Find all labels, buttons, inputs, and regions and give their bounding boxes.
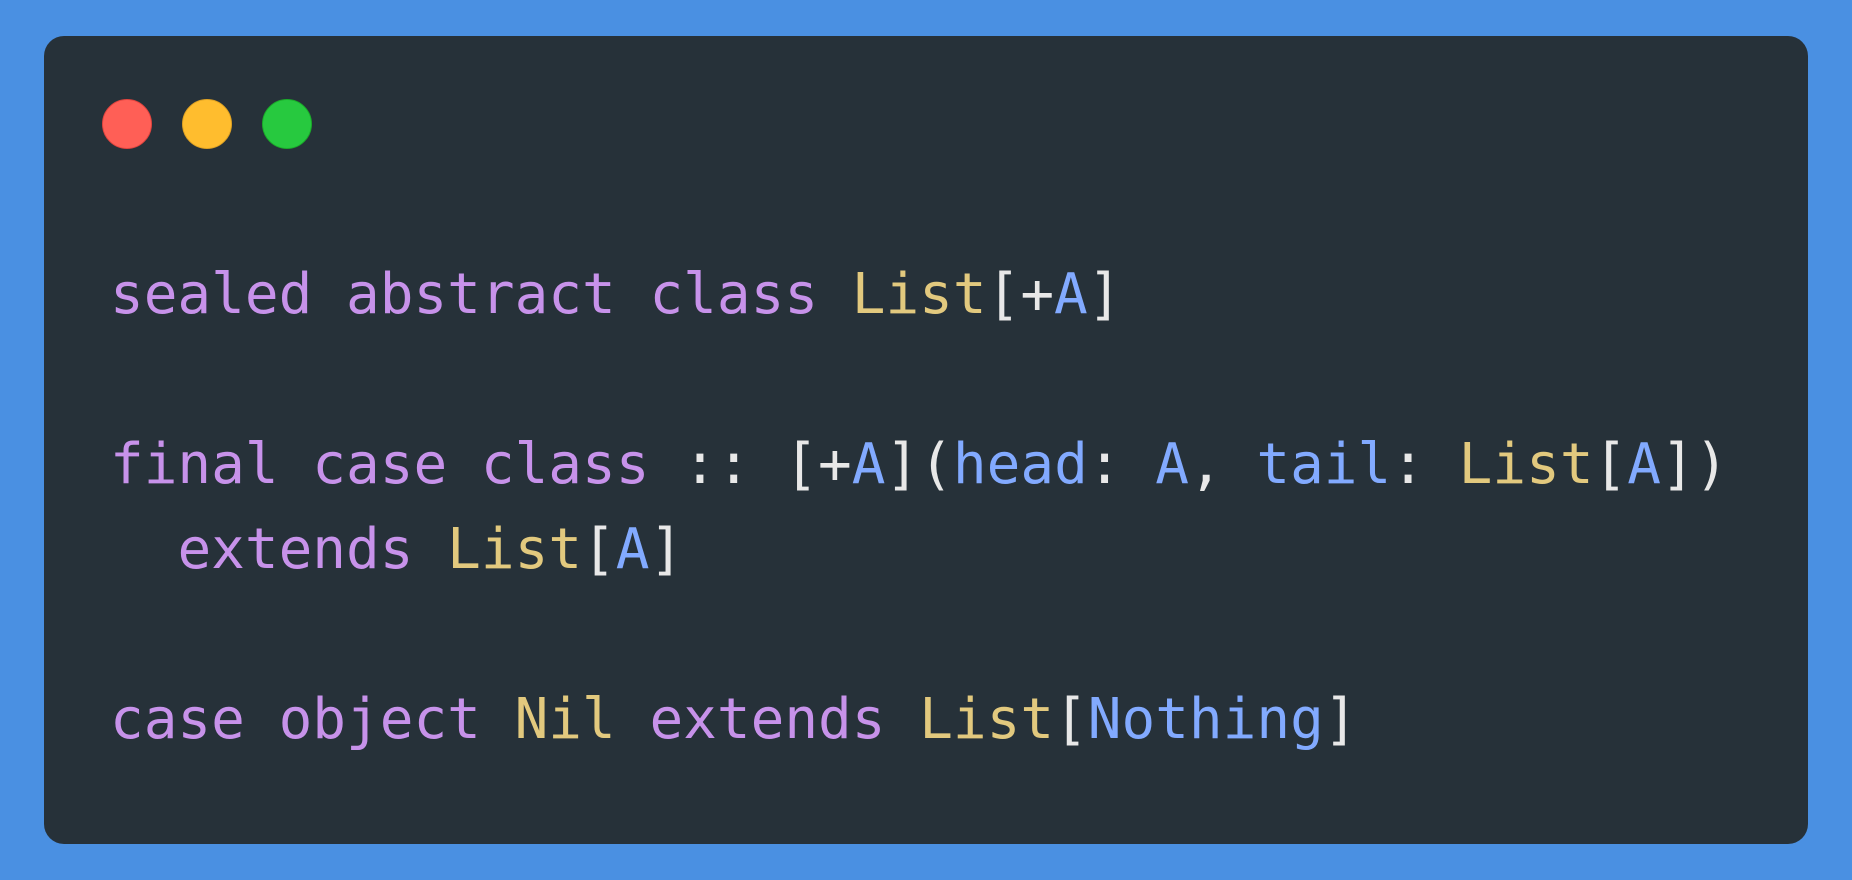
- type-name: List: [1458, 432, 1594, 497]
- code-window: sealed abstract class List[+A] final cas…: [44, 36, 1808, 844]
- keyword: sealed: [110, 262, 313, 327]
- close-dot-icon[interactable]: [102, 99, 152, 149]
- code-line-6: case object Nil extends List[Nothing]: [110, 677, 1728, 762]
- window-controls: [102, 99, 312, 149]
- punctuation: [: [582, 517, 616, 582]
- type-param: A: [1155, 432, 1189, 497]
- code-line-4: extends List[A]: [110, 507, 1728, 592]
- keyword: class: [480, 432, 650, 497]
- punctuation: :: [1391, 432, 1425, 497]
- punctuation: ,: [1188, 432, 1223, 497]
- cons-operator: ::: [683, 432, 751, 497]
- punctuation: ]: [1087, 262, 1122, 327]
- keyword: object: [278, 687, 481, 752]
- code-line-1: sealed abstract class List[+A]: [110, 252, 1728, 337]
- punctuation: [: [1593, 432, 1628, 497]
- punctuation: ]): [1660, 432, 1729, 497]
- code-block: sealed abstract class List[+A] final cas…: [110, 252, 1728, 762]
- punctuation: [: [1054, 687, 1088, 752]
- keyword: extends: [177, 517, 414, 582]
- type-name: List: [919, 687, 1055, 752]
- punctuation: [+: [986, 262, 1055, 327]
- punctuation: ](: [885, 432, 953, 497]
- punctuation: ]: [649, 517, 684, 582]
- type-param: A: [851, 432, 886, 497]
- type-param: A: [1627, 432, 1661, 497]
- minimize-dot-icon[interactable]: [182, 99, 232, 149]
- punctuation: :: [1087, 432, 1122, 497]
- type-name: Nil: [514, 687, 616, 752]
- keyword: case: [312, 432, 448, 497]
- keyword: final: [110, 432, 279, 497]
- param-name: tail: [1256, 432, 1392, 497]
- punctuation: [+: [784, 432, 852, 497]
- keyword: class: [649, 262, 819, 327]
- code-line-3: final case class :: [+A](head: A, tail: …: [110, 422, 1728, 507]
- keyword: abstract: [346, 262, 616, 327]
- keyword: extends: [649, 687, 886, 752]
- type-name: List: [851, 262, 987, 327]
- param-name: head: [952, 432, 1088, 497]
- punctuation: ]: [1323, 687, 1358, 752]
- maximize-dot-icon[interactable]: [262, 99, 312, 149]
- keyword: case: [110, 687, 245, 752]
- type-name: List: [447, 517, 583, 582]
- type-param: A: [615, 517, 650, 582]
- type-param: Nothing: [1087, 687, 1324, 752]
- type-param: A: [1054, 262, 1088, 327]
